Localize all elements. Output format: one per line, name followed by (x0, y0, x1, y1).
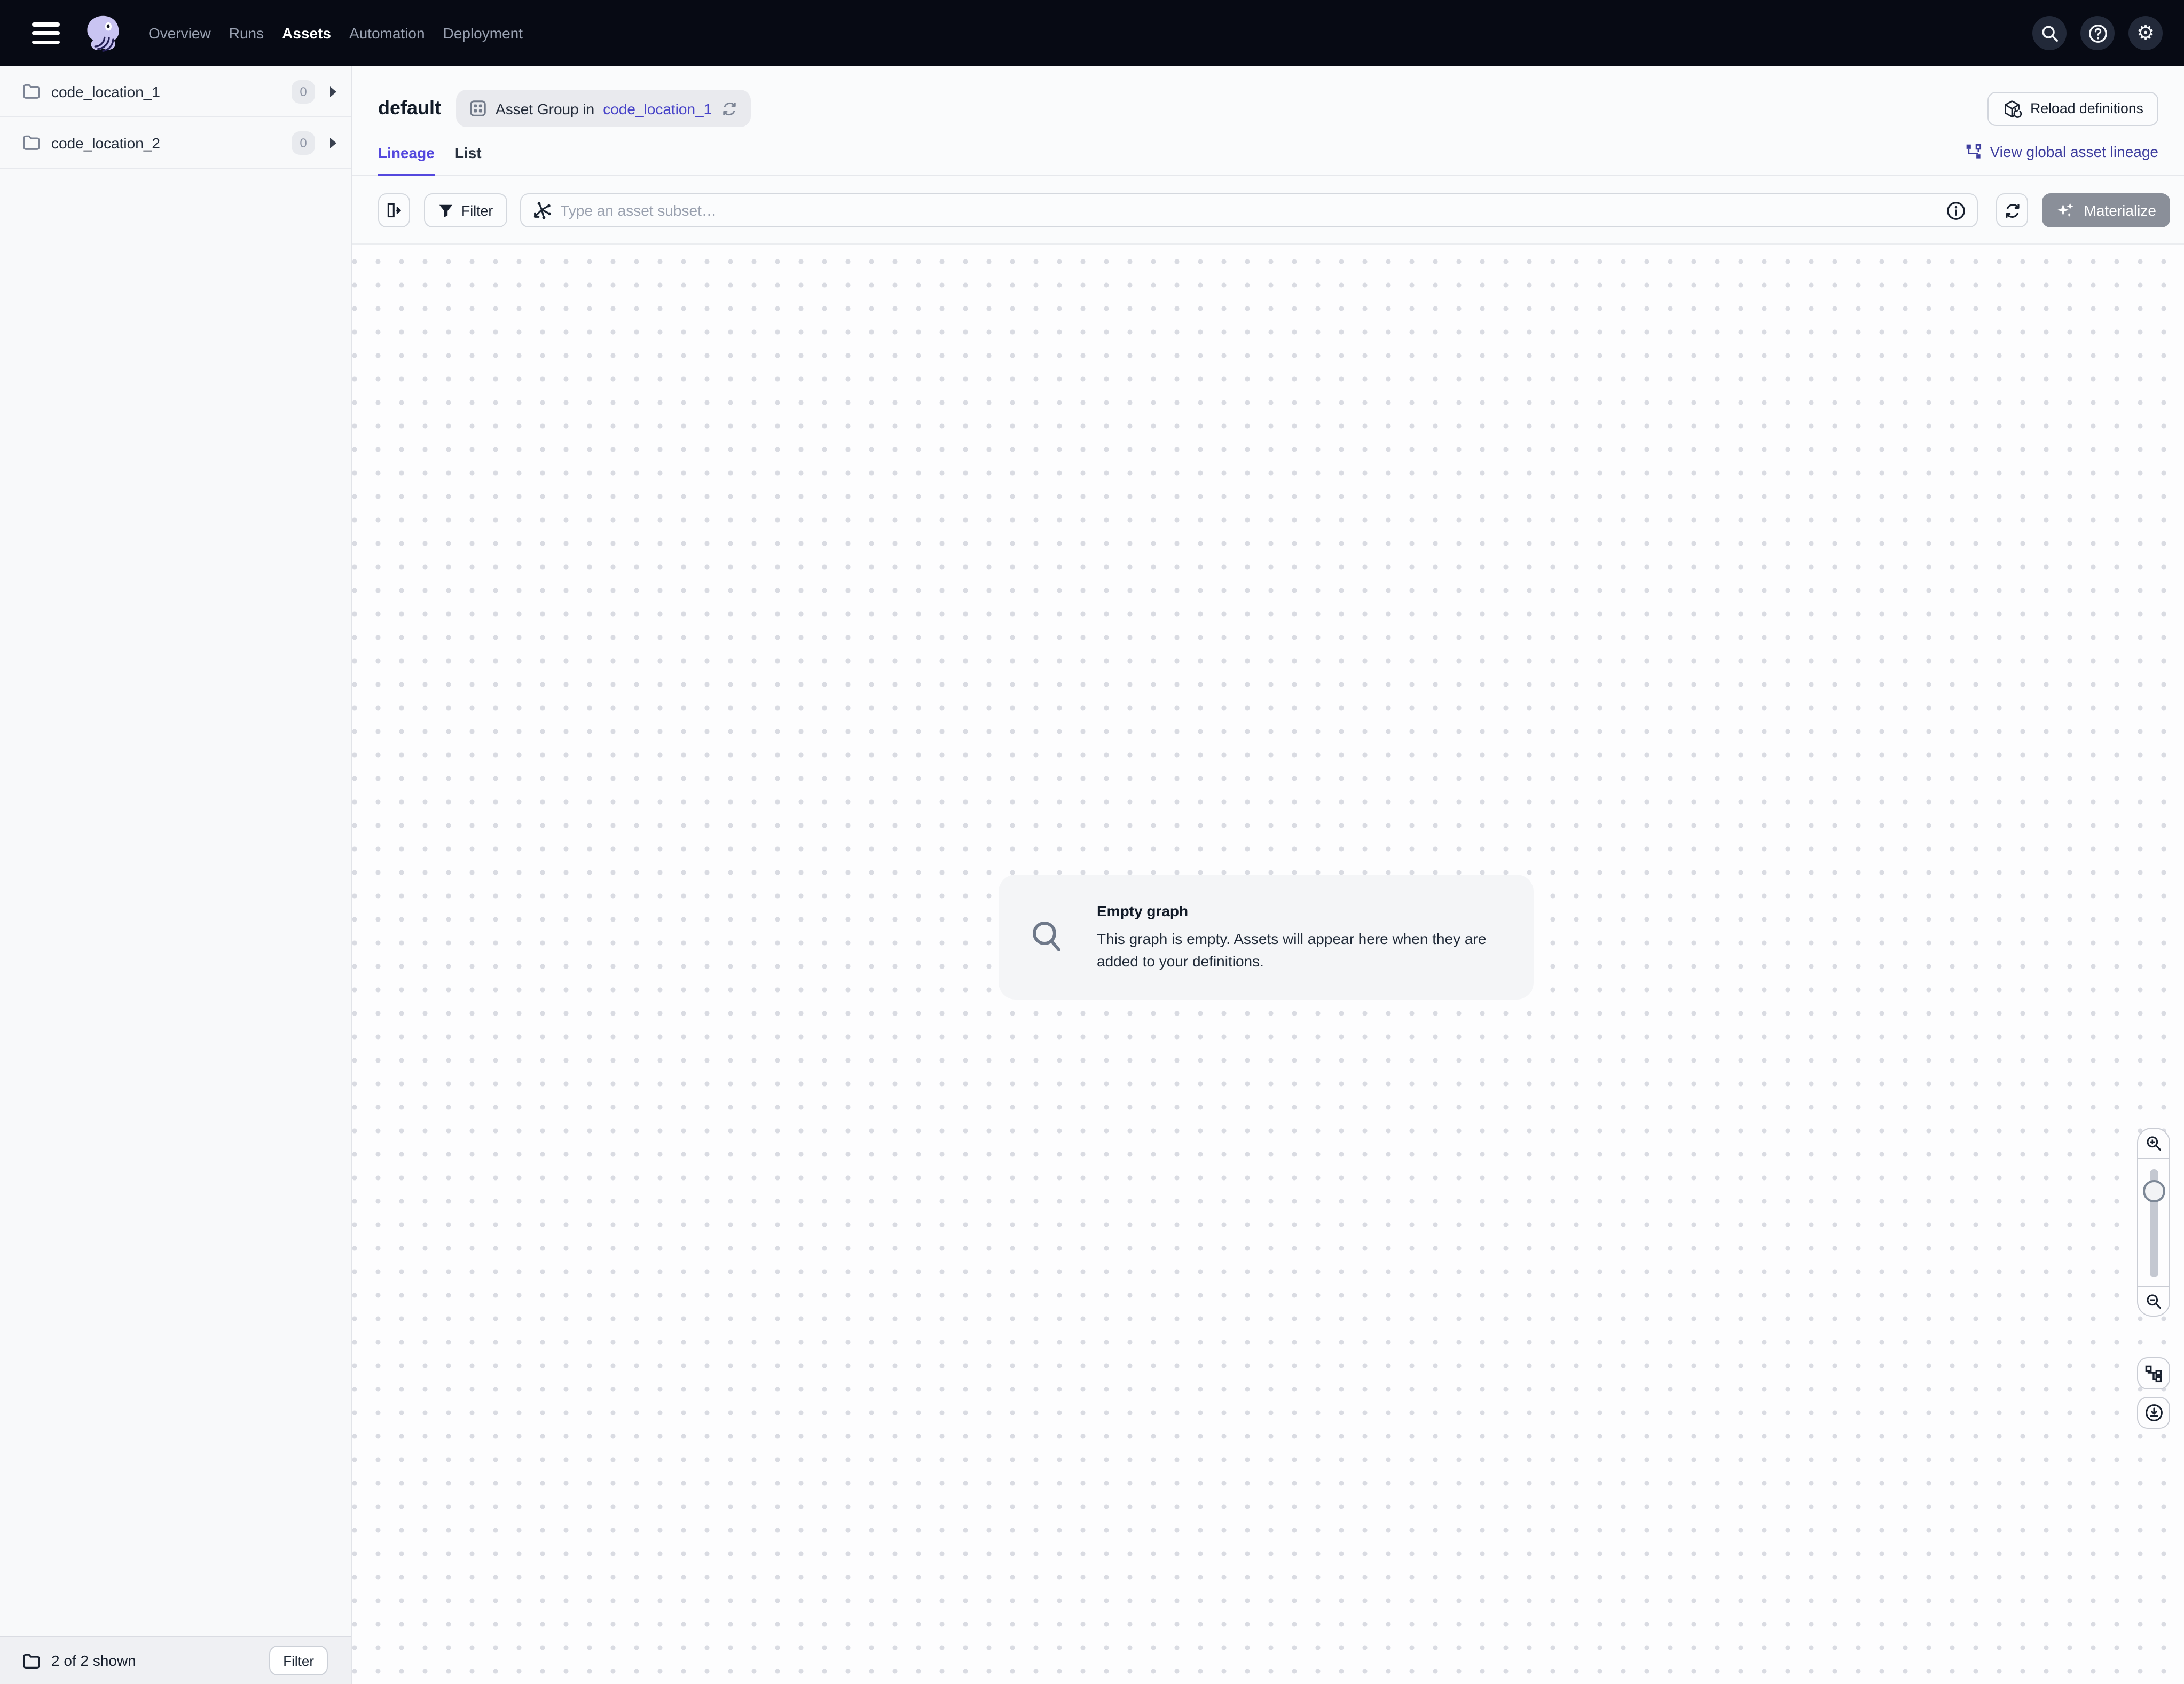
asset-count-badge: 0 (292, 131, 315, 154)
refresh-icon (2004, 201, 2022, 219)
download-icon (2144, 1403, 2163, 1422)
empty-graph-card: Empty graph This graph is empty. Assets … (999, 875, 1534, 1000)
help-button[interactable] (2080, 16, 2115, 50)
folder-icon (22, 1652, 41, 1669)
asset-subset-input[interactable] (560, 202, 1946, 219)
primary-nav: Overview Runs Assets Automation Deployme… (148, 18, 523, 48)
page-header: default Asset Group in code_location_1 (352, 66, 2184, 127)
funnel-icon (438, 202, 454, 218)
chevron-right-icon[interactable] (330, 137, 336, 148)
topbar-actions: ⚙ (2032, 16, 2163, 50)
badge-text: Asset Group in (496, 100, 594, 117)
nav-item-runs[interactable]: Runs (229, 18, 264, 48)
empty-graph-texts: Empty graph This graph is empty. Assets … (1097, 903, 1504, 971)
folder-icon (22, 135, 41, 151)
download-graph-button[interactable] (2137, 1397, 2170, 1429)
asset-group-badge: Asset Group in code_location_1 (456, 90, 750, 127)
materialize-button[interactable]: Materialize (2042, 193, 2170, 227)
settings-button[interactable]: ⚙ (2128, 16, 2163, 50)
nav-item-assets[interactable]: Assets (282, 18, 331, 48)
asset-subset-search (520, 193, 1978, 227)
reload-definitions-label: Reload definitions (2030, 100, 2143, 116)
sidebar-filter-button[interactable]: Filter (269, 1646, 328, 1675)
zoom-out-button[interactable] (2138, 1286, 2169, 1316)
chevron-right-icon[interactable] (330, 86, 336, 97)
tab-lineage[interactable]: Lineage (378, 129, 435, 176)
lineage-toolbar: Filter (352, 176, 2184, 245)
tab-list[interactable]: List (455, 129, 482, 176)
asset-count-badge: 0 (292, 80, 315, 103)
zoom-slider (2138, 1159, 2169, 1286)
refresh-graph-button[interactable] (1997, 193, 2029, 227)
materialize-label: Materialize (2084, 202, 2156, 219)
dagster-app: Overview Runs Assets Automation Deployme… (0, 0, 2184, 1684)
asset-subset-icon (531, 200, 552, 221)
empty-graph-message: This graph is empty. Assets will appear … (1097, 928, 1504, 971)
asset-group-icon (469, 99, 487, 117)
info-icon[interactable] (1946, 200, 1967, 221)
help-icon (2087, 23, 2108, 43)
global-lineage-icon (1966, 143, 1983, 160)
reload-cube-icon (2002, 99, 2022, 118)
global-lineage-label: View global asset lineage (1990, 143, 2159, 160)
zoom-control-group (2137, 1128, 2170, 1317)
fit-lineage-view-button[interactable] (2137, 1357, 2170, 1389)
filter-label: Filter (461, 202, 493, 218)
nav-item-automation[interactable]: Automation (349, 18, 425, 48)
sync-status-icon[interactable] (720, 100, 737, 117)
location-name: code_location_2 (51, 134, 160, 151)
panel-expand-icon (386, 202, 403, 219)
view-tabs: Lineage List View global asset lineage (352, 129, 2184, 176)
view-global-asset-lineage-link[interactable]: View global asset lineage (1966, 143, 2159, 175)
search-icon (2040, 24, 2059, 42)
zoom-slider-thumb[interactable] (2142, 1180, 2165, 1202)
sparkle-icon (2056, 201, 2076, 220)
nav-item-overview[interactable]: Overview (148, 18, 211, 48)
toggle-side-panel-button[interactable] (378, 193, 410, 227)
main-panel: default Asset Group in code_location_1 (352, 66, 2184, 1684)
nav-item-deployment[interactable]: Deployment (443, 18, 523, 48)
lineage-graph-canvas[interactable]: Empty graph This graph is empty. Assets … (352, 245, 2184, 1684)
graph-filter-button[interactable]: Filter (424, 193, 507, 227)
hamburger-menu-icon[interactable] (32, 22, 60, 44)
search-button[interactable] (2032, 16, 2067, 50)
magnifier-icon (1028, 918, 1067, 956)
content-shell: code_location_1 0 code_location_2 0 2 of… (0, 66, 2184, 1684)
gear-icon: ⚙ (2136, 23, 2155, 43)
asset-groups-sidebar: code_location_1 0 code_location_2 0 2 of… (0, 66, 352, 1684)
dagster-logo-icon[interactable] (83, 13, 123, 53)
sidebar-item-code-location-1[interactable]: code_location_1 0 (0, 66, 351, 117)
code-location-link[interactable]: code_location_1 (603, 100, 712, 117)
shown-count-summary: 2 of 2 shown (51, 1652, 136, 1669)
lineage-layout-icon (2144, 1364, 2163, 1382)
reload-definitions-button[interactable]: Reload definitions (1987, 91, 2158, 125)
zoom-in-button[interactable] (2138, 1129, 2169, 1159)
empty-graph-title: Empty graph (1097, 903, 1504, 920)
sidebar-empty-space (0, 169, 351, 1636)
location-name: code_location_1 (51, 83, 160, 100)
sidebar-footer: 2 of 2 shown Filter (0, 1636, 351, 1684)
page-title: default (378, 97, 441, 120)
sidebar-item-code-location-2[interactable]: code_location_2 0 (0, 117, 351, 169)
folder-icon (22, 83, 41, 99)
top-navigation-bar: Overview Runs Assets Automation Deployme… (0, 0, 2184, 66)
